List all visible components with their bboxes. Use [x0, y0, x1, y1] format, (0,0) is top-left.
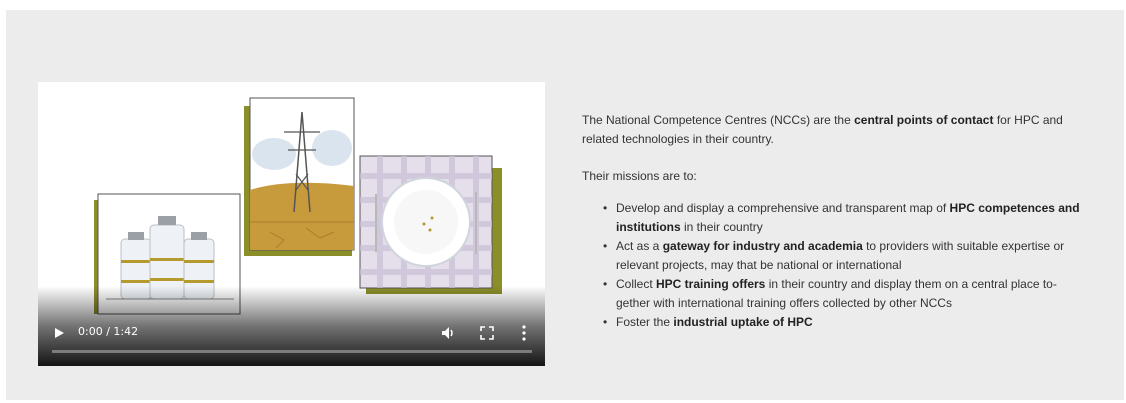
fullscreen-icon[interactable] [480, 326, 494, 340]
video-time: 0:00 / 1:42 [78, 325, 139, 338]
list-item: Develop and display a comprehensive and … [603, 199, 1082, 237]
play-icon[interactable] [52, 326, 66, 340]
intro-bold: central points of contact [854, 113, 994, 127]
list-item: Foster the industrial uptake of HPC [603, 313, 1082, 332]
ncc-description: The National Competence Centres (NCCs) a… [582, 111, 1082, 332]
list-item: Act as a gateway for industry and academ… [603, 237, 1082, 275]
missions-heading: Their missions are to: [582, 169, 697, 183]
video-progress-bar[interactable] [52, 350, 532, 353]
volume-icon[interactable] [440, 325, 456, 341]
missions-list: Develop and display a comprehensive and … [582, 199, 1082, 332]
video-player[interactable]: 0:00 / 1:42 [38, 82, 545, 366]
list-item: Collect HPC training offers in their cou… [603, 275, 1082, 313]
more-options-icon[interactable] [518, 324, 530, 342]
intro-paragraph: The National Competence Centres (NCCs) a… [582, 113, 1063, 146]
video-controls-bar: 0:00 / 1:42 [38, 286, 545, 366]
